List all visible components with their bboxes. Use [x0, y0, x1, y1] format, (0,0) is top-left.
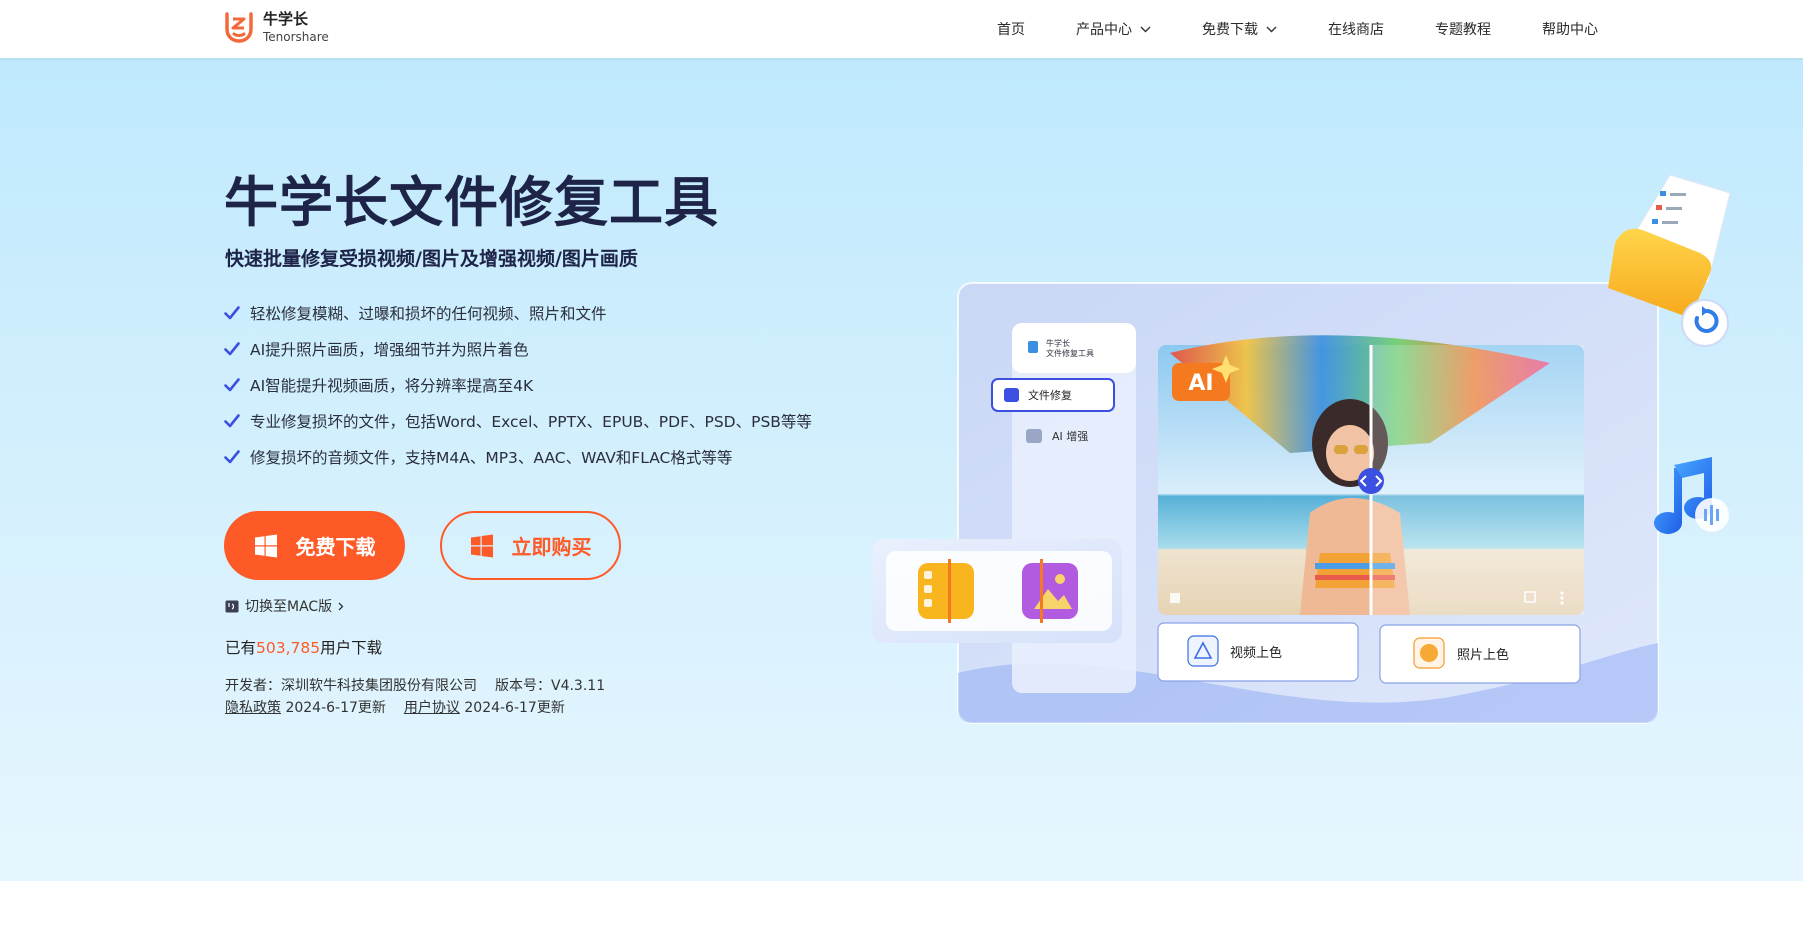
download-count: 已有503,785用户下载	[225, 636, 382, 658]
downloads-suffix: 用户下载	[320, 639, 383, 657]
nav-products[interactable]: 产品中心	[1076, 19, 1151, 39]
buy-now-button[interactable]: 立即购买	[440, 511, 621, 580]
button-label: 立即购买	[511, 535, 592, 559]
policy-info: 隐私政策 2024-6-17更新 用户协议 2024-6-17更新	[225, 697, 565, 717]
terms-date: 2024-6-17更新	[464, 700, 565, 716]
logo[interactable]: 牛学长 Tenorshare	[224, 11, 329, 44]
developer-text: 开发者：深圳软牛科技集团股份有限公司	[225, 678, 477, 694]
privacy-date: 2024-6-17更新	[285, 700, 386, 716]
chevron-down-icon	[1140, 26, 1151, 32]
nav-label: 首页	[997, 22, 1025, 38]
mac-icon	[225, 600, 239, 612]
nav-label: 免费下载	[1202, 22, 1258, 38]
chevron-right-icon	[338, 602, 344, 610]
button-label: 免费下载	[295, 535, 376, 559]
windows-icon	[254, 534, 277, 557]
hero-section: 牛学长文件修复工具 快速批量修复受损视频/图片及增强视频/图片画质 轻松修复模糊…	[0, 58, 1803, 881]
downloads-number: 503,785	[256, 639, 321, 657]
nav-home[interactable]: 首页	[997, 19, 1025, 39]
brand-name-en: Tenorshare	[263, 29, 329, 44]
feature-text: AI智能提升视频画质，将分辨率提高至4K	[250, 377, 534, 395]
comparison-photo: AI	[1158, 335, 1584, 615]
nav-label: 帮助中心	[1542, 22, 1598, 38]
image-file-icon	[1022, 559, 1078, 623]
switch-to-mac-link[interactable]: 切换至MAC版	[225, 596, 344, 616]
menu-enhance-label: AI 增强	[1052, 429, 1088, 443]
photo-color-label: 照片上色	[1457, 647, 1509, 663]
feature-item: 轻松修复模糊、过曝和损坏的任何视频、照片和文件	[224, 295, 812, 331]
feature-text: 专业修复损坏的文件，包括Word、Excel、PPTX、EPUB、PDF、PSD…	[250, 413, 812, 431]
menu-repair-label: 文件修复	[1028, 388, 1072, 402]
refresh-icon	[1681, 299, 1729, 347]
nav-label: 专题教程	[1435, 22, 1491, 38]
nav-free-download[interactable]: 免费下载	[1202, 19, 1277, 39]
video-color-label: 视频上色	[1230, 645, 1282, 661]
feature-item: 专业修复损坏的文件，包括Word、Excel、PPTX、EPUB、PDF、PSD…	[224, 403, 812, 439]
check-icon	[224, 414, 240, 428]
check-icon	[224, 378, 240, 392]
nav-help[interactable]: 帮助中心	[1542, 19, 1598, 39]
music-note-icon	[1654, 457, 1729, 534]
windows-icon	[470, 534, 493, 557]
page-subtitle: 快速批量修复受损视频/图片及增强视频/图片画质	[225, 248, 638, 270]
nav-tutorials[interactable]: 专题教程	[1435, 19, 1491, 39]
brand-name: 牛学长	[263, 9, 309, 28]
site-header: 牛学长 Tenorshare 首页 产品中心 免费下载 在线商店 专题教程 帮助…	[0, 0, 1803, 58]
free-download-button[interactable]: 免费下载	[224, 511, 405, 580]
main-nav: 首页 产品中心 免费下载 在线商店 专题教程 帮助中心	[997, 0, 1598, 58]
ai-badge: AI	[1188, 371, 1213, 396]
feature-list: 轻松修复模糊、过曝和损坏的任何视频、照片和文件 AI提升照片画质，增强细节并为照…	[224, 295, 812, 475]
video-file-icon	[918, 559, 974, 623]
check-icon	[224, 342, 240, 356]
check-icon	[224, 306, 240, 320]
check-icon	[224, 450, 240, 464]
nav-label: 在线商店	[1328, 22, 1384, 38]
mac-switch-label: 切换至MAC版	[245, 599, 333, 615]
nav-label: 产品中心	[1076, 22, 1132, 38]
app-name-line2: 文件修复工具	[1046, 348, 1094, 358]
chevron-down-icon	[1266, 26, 1277, 32]
feature-item: 修复损坏的音频文件，支持M4A、MP3、AAC、WAV和FLAC格式等等	[224, 439, 812, 475]
feature-text: 修复损坏的音频文件，支持M4A、MP3、AAC、WAV和FLAC格式等等	[250, 449, 733, 467]
feature-item: AI提升照片画质，增强细节并为照片着色	[224, 331, 812, 367]
feature-text: 轻松修复模糊、过曝和损坏的任何视频、照片和文件	[250, 305, 607, 323]
downloads-prefix: 已有	[225, 639, 257, 657]
feature-item: AI智能提升视频画质，将分辨率提高至4K	[224, 367, 812, 403]
page-title: 牛学长文件修复工具	[224, 171, 719, 234]
user-agreement-link[interactable]: 用户协议	[404, 700, 460, 716]
version-text: 版本号：V4.3.11	[495, 678, 606, 694]
developer-info: 开发者：深圳软牛科技集团股份有限公司 版本号：V4.3.11	[225, 675, 605, 695]
privacy-policy-link[interactable]: 隐私政策	[225, 700, 281, 716]
product-illustration: 牛学长 文件修复工具 文件修复 AI 增强 AI 视频上色 照片上色	[872, 174, 1731, 724]
feature-text: AI提升照片画质，增强细节并为照片着色	[250, 341, 529, 359]
logo-icon	[225, 12, 253, 43]
app-name-line1: 牛学长	[1046, 338, 1070, 348]
nav-store[interactable]: 在线商店	[1328, 19, 1384, 39]
